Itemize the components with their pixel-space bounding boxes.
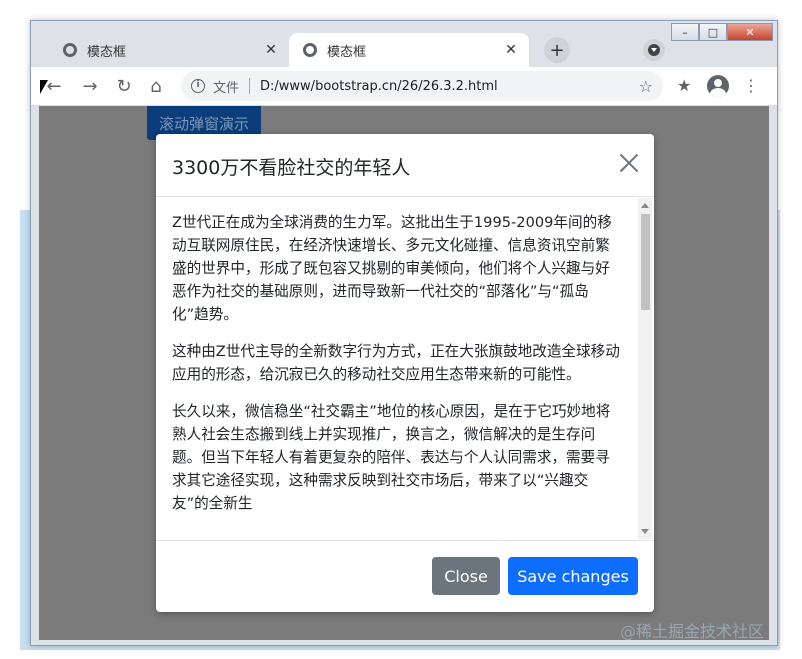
reload-icon[interactable]: ↻ xyxy=(113,75,135,97)
tab-close-icon[interactable]: ✕ xyxy=(263,42,279,58)
body-paragraph: 这种由Z世代主导的全新数字行为方式，正在大张旗鼓地改造全球移动应用的形态，给沉寂… xyxy=(172,343,620,383)
modal-footer: Close Save changes xyxy=(156,540,654,613)
modal-header: 3300万不看脸社交的年轻人 xyxy=(156,134,654,197)
tab-close-icon[interactable]: ✕ xyxy=(503,42,519,58)
close-icon[interactable] xyxy=(618,152,640,174)
desktop: – □ ✕ 模态框 ✕ 模态框 ✕ + ← → ↻ ⌂ i 文件 D:/www/… xyxy=(0,0,802,659)
tab-2[interactable]: 模态框 ✕ xyxy=(289,33,529,67)
file-label: 文件 xyxy=(213,80,240,96)
close-button[interactable]: Close xyxy=(432,557,500,595)
modal-title: 3300万不看脸社交的年轻人 xyxy=(172,157,411,179)
save-changes-button[interactable]: Save changes xyxy=(508,557,638,595)
scroll-up-arrow-icon[interactable] xyxy=(641,203,649,208)
modal-body: Z世代正在成为全球消费的生力军。这批出生于1995-2009年间的移动互联网原住… xyxy=(156,197,640,540)
profile-avatar[interactable] xyxy=(707,75,729,97)
scroll-thumb[interactable] xyxy=(641,214,650,310)
body-paragraph: 长久以来，微信稳坐“社交霸主”地位的核心原因，是在于它巧妙地将熟人社会生态搬到线… xyxy=(172,403,611,512)
divider xyxy=(249,78,251,94)
tab-1[interactable]: 模态框 ✕ xyxy=(49,33,289,67)
url-text[interactable]: D:/www/bootstrap.cn/26/26.3.2.html xyxy=(260,79,639,94)
globe-icon xyxy=(303,43,317,57)
address-bar[interactable]: i 文件 D:/www/bootstrap.cn/26/26.3.2.html … xyxy=(181,71,663,101)
menu-kebab-icon[interactable]: ⋮ xyxy=(743,76,759,95)
watermark: @稀土掘金技术社区 xyxy=(620,622,765,641)
modal-dialog: 3300万不看脸社交的年轻人 Z世代正在成为全球消费的生力军。这批出生于1995… xyxy=(156,134,654,612)
tab-search-button[interactable] xyxy=(643,39,665,61)
forward-arrow-icon[interactable]: → xyxy=(79,75,101,97)
scroll-down-arrow-icon[interactable] xyxy=(641,529,649,534)
tab-strip: 模态框 ✕ 模态框 ✕ + xyxy=(39,33,739,67)
info-icon[interactable]: i xyxy=(191,79,205,93)
body-paragraph: Z世代正在成为全球消费的生力军。这批出生于1995-2009年间的移动互联网原住… xyxy=(172,214,612,323)
globe-icon xyxy=(63,43,77,57)
star-icon[interactable]: ☆ xyxy=(639,77,653,96)
chevron-down-icon xyxy=(648,44,660,56)
tab-title: 模态框 xyxy=(327,44,367,60)
tab-title: 模态框 xyxy=(87,44,127,60)
home-icon[interactable]: ⌂ xyxy=(145,75,167,97)
new-tab-button[interactable]: + xyxy=(544,37,570,63)
browser-toolbar: ← → ↻ ⌂ i 文件 D:/www/bootstrap.cn/26/26.3… xyxy=(31,67,777,106)
extensions-puzzle-icon[interactable]: ★ xyxy=(677,76,691,95)
modal-scrollbar[interactable] xyxy=(638,198,652,539)
mouse-cursor-icon xyxy=(40,80,48,94)
